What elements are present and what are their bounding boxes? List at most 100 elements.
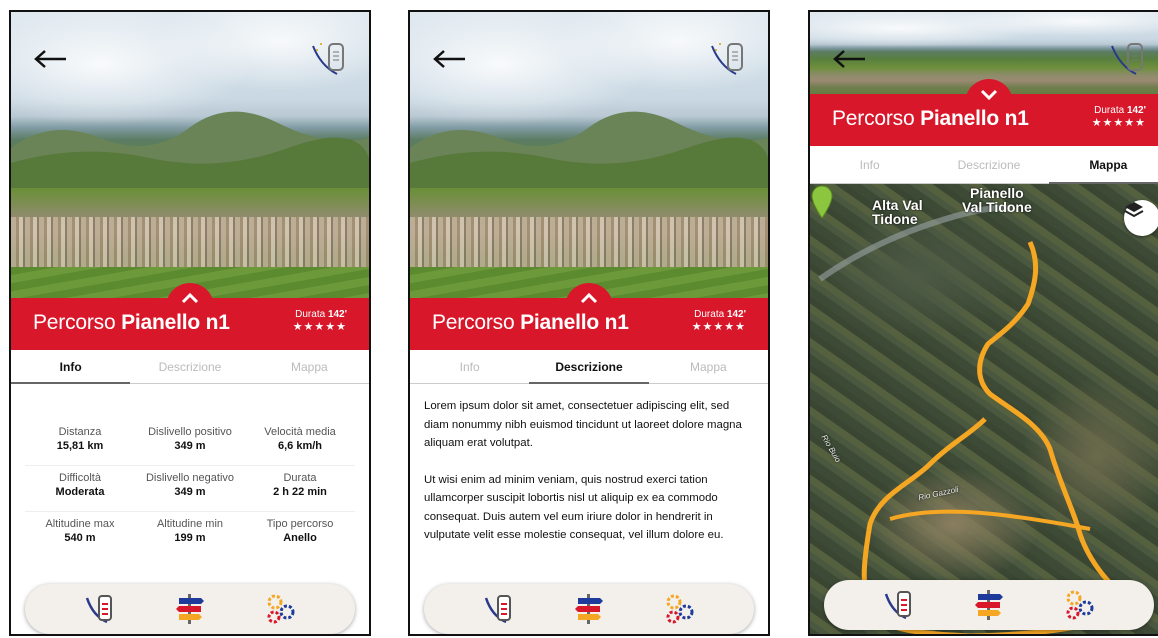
rating-stars: ★★★★★	[1091, 117, 1146, 129]
duration-value: 142'	[1126, 105, 1146, 116]
map-label-line: Alta Val	[872, 197, 923, 213]
route-duration: Durata 142' ★★★★★	[1092, 104, 1146, 130]
duration-label: Durata	[694, 309, 725, 320]
route-duration: Durata 142' ★★★★★	[692, 308, 746, 334]
region-logo-icon	[484, 595, 511, 624]
region-logo-icon	[312, 43, 344, 75]
tab-bar: Info Descrizione Mappa	[810, 146, 1158, 184]
route-title: Percorso Pianello n1	[432, 311, 629, 335]
screen-descrizione: Percorso Pianello n1 Durata 142' ★★★★★ In…	[408, 10, 770, 636]
info-label: Tipo percorso	[266, 518, 334, 530]
tab-descrizione[interactable]: Descrizione	[929, 146, 1048, 183]
duration-value: 142'	[327, 309, 347, 320]
signpost-icon	[176, 594, 204, 624]
info-label: Altitudine min	[156, 518, 224, 530]
tab-mappa[interactable]: Mappa	[250, 350, 369, 383]
info-value: 2 h 22 min	[273, 486, 327, 498]
layers-icon	[1124, 202, 1144, 218]
route-name: Pianello n1	[121, 311, 230, 334]
route-header: Percorso Pianello n1 Durata 142' ★★★★★	[410, 283, 768, 350]
bottom-nav	[824, 580, 1154, 630]
duration-label: Durata	[1094, 105, 1125, 116]
chevron-up-icon	[580, 292, 598, 304]
tab-info[interactable]: Info	[410, 350, 529, 383]
description-text: Lorem ipsum dolor sit amet, consectetuer…	[424, 397, 754, 545]
nav-logo-button[interactable]	[479, 589, 519, 629]
map-label-pianello: Pianello Val Tidone	[962, 186, 1032, 214]
tab-bar: Info Descrizione Mappa	[11, 350, 369, 384]
info-value: 540 m	[64, 532, 96, 544]
back-arrow-icon[interactable]	[432, 47, 466, 71]
screen-mappa: Percorso Pianello n1 Durata 142' ★★★★★ In…	[808, 10, 1158, 636]
nav-routes-button[interactable]	[969, 585, 1009, 625]
tab-info[interactable]: Info	[810, 146, 929, 183]
route-header: Percorso Pianello n1 Durata 142' ★★★★★	[11, 283, 369, 350]
screen-info: Percorso Pianello n1 Durata 142' ★★★★★ In…	[9, 10, 371, 636]
info-value: 6,6 km/h	[277, 440, 323, 452]
info-label: Dislivello positivo	[148, 426, 232, 438]
nav-routes-button[interactable]	[170, 589, 210, 629]
map-pin-icon[interactable]	[810, 184, 834, 220]
route-prefix: Percorso	[33, 311, 116, 334]
gears-icon	[267, 594, 295, 624]
region-logo-icon	[85, 595, 112, 624]
info-cell: Altitudine max 540 m	[25, 512, 135, 558]
info-value: 349 m	[174, 440, 206, 452]
info-cell: Altitudine min 199 m	[135, 512, 245, 558]
tab-mappa[interactable]: Mappa	[1048, 146, 1158, 184]
route-track	[818, 205, 1133, 634]
route-title: Percorso Pianello n1	[33, 311, 230, 335]
info-label: Altitudine max	[45, 518, 115, 530]
map-label-line: Pianello	[970, 185, 1024, 201]
info-label: Dislivello negativo	[145, 472, 235, 484]
info-value: 199 m	[174, 532, 206, 544]
route-prefix: Percorso	[832, 107, 915, 130]
info-cell: Dislivello positivo 349 m	[135, 420, 245, 466]
info-cell: Difficoltà Moderata	[25, 466, 135, 512]
info-value: Anello	[283, 532, 317, 544]
rating-stars: ★★★★★	[691, 321, 746, 333]
route-title: Percorso Pianello n1	[832, 107, 1029, 131]
info-value: 349 m	[174, 486, 206, 498]
duration-label: Durata	[295, 309, 326, 320]
duration-value: 142'	[726, 309, 746, 320]
tab-info[interactable]: Info	[11, 350, 131, 384]
description-paragraph: Ut wisi enim ad minim veniam, quis nostr…	[424, 473, 724, 542]
tab-mappa[interactable]: Mappa	[649, 350, 768, 383]
gears-icon	[1066, 590, 1094, 620]
info-value: 15,81 km	[56, 440, 104, 452]
back-arrow-icon[interactable]	[33, 47, 67, 71]
nav-logo-button[interactable]	[80, 589, 120, 629]
route-prefix: Percorso	[432, 311, 515, 334]
info-value: Moderata	[55, 486, 105, 498]
nav-logo-button[interactable]	[879, 585, 919, 625]
route-name: Pianello n1	[920, 107, 1029, 130]
signpost-icon	[975, 590, 1003, 620]
info-cell: Durata 2 h 22 min	[245, 466, 355, 512]
satellite-map[interactable]: Alta Val Tidone Pianello Val Tidone Rio Bu…	[810, 184, 1158, 634]
nav-settings-button[interactable]	[659, 589, 699, 629]
back-arrow-icon[interactable]	[832, 47, 866, 71]
chevron-down-icon	[980, 89, 998, 101]
chevron-up-icon	[181, 292, 199, 304]
route-header: Percorso Pianello n1 Durata 142' ★★★★★	[810, 79, 1158, 146]
region-logo-icon	[711, 43, 743, 75]
bottom-nav	[25, 584, 355, 634]
map-label-line: Tidone	[872, 211, 918, 227]
route-duration: Durata 142' ★★★★★	[293, 308, 347, 334]
bottom-nav	[424, 584, 754, 634]
layers-button[interactable]	[1124, 200, 1158, 236]
tab-descrizione[interactable]: Descrizione	[130, 350, 249, 383]
description-paragraph: Lorem ipsum dolor sit amet, consectetuer…	[424, 400, 742, 449]
info-grid: Distanza 15,81 km Dislivello positivo 349 …	[25, 420, 355, 558]
tab-bar: Info Descrizione Mappa	[410, 350, 768, 384]
info-label: Difficoltà	[59, 472, 101, 484]
region-logo-icon	[884, 591, 911, 620]
nav-settings-button[interactable]	[1059, 585, 1099, 625]
nav-settings-button[interactable]	[260, 589, 300, 629]
info-cell: Dislivello negativo 349 m	[135, 466, 245, 512]
info-label: Velocità media	[264, 426, 336, 438]
rating-stars: ★★★★★	[292, 321, 347, 333]
tab-descrizione[interactable]: Descrizione	[529, 350, 649, 384]
nav-routes-button[interactable]	[569, 589, 609, 629]
